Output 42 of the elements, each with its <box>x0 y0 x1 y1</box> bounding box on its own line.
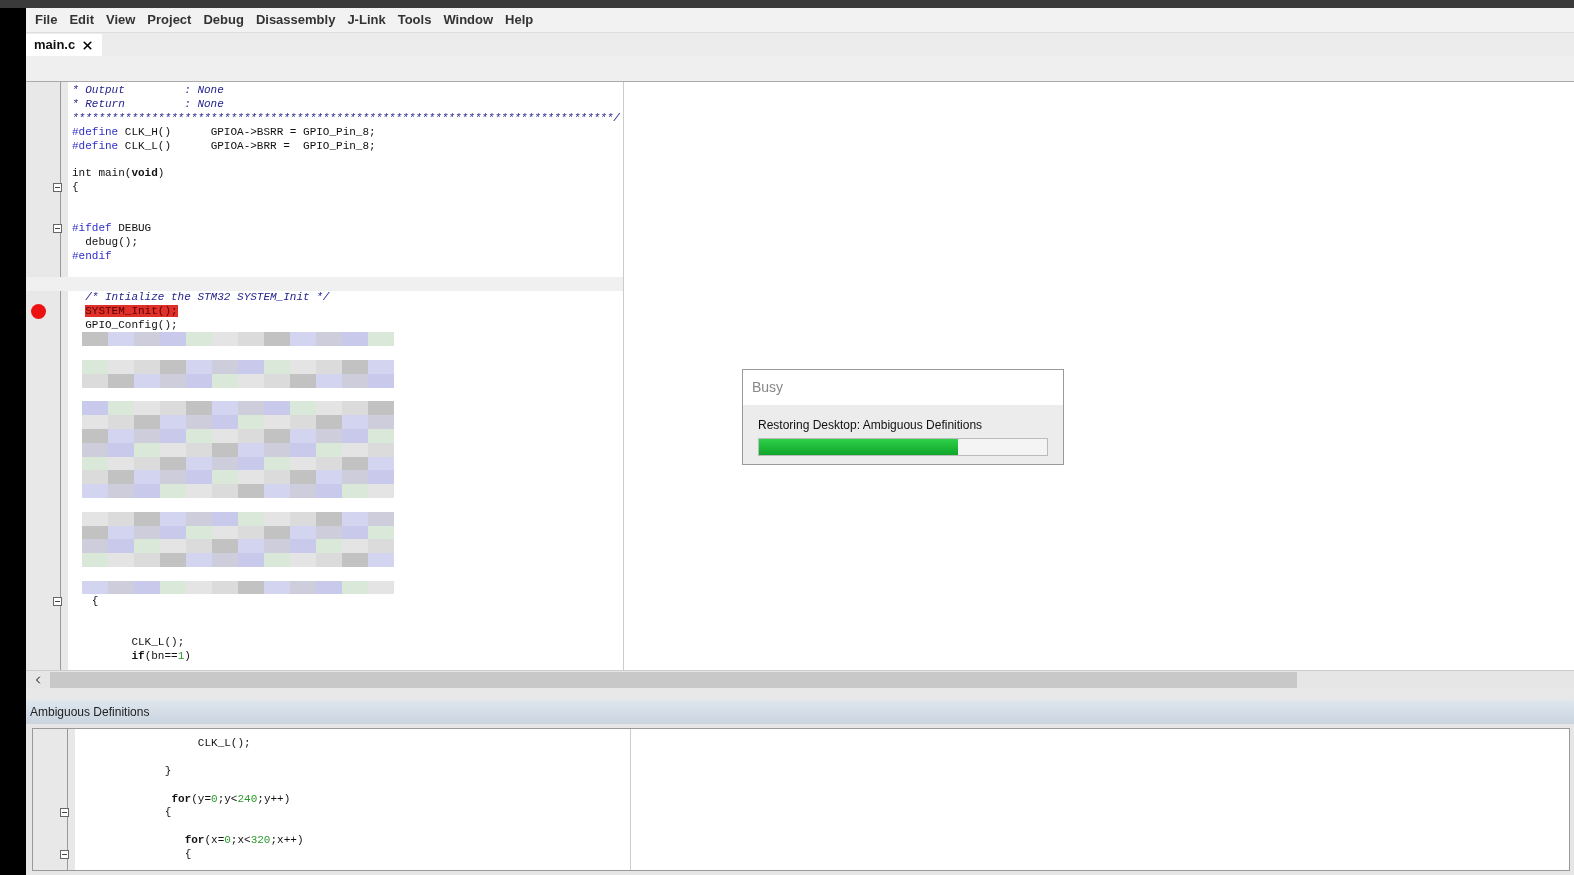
fold-icon[interactable] <box>53 182 62 192</box>
code-line: GPIO_Config(); <box>84 318 178 332</box>
code-line: { <box>183 847 192 861</box>
code-line: /* Intialize the STM32 SYSTEM_Init */ <box>84 291 330 305</box>
menu-item[interactable]: Window <box>438 10 499 30</box>
breakpoint-icon[interactable] <box>31 304 46 320</box>
menu-item[interactable]: File <box>30 10 63 30</box>
menu-item[interactable]: Project <box>142 10 197 30</box>
code-line: int main(void) <box>71 167 165 181</box>
code-line: for(x=0;x<320;x++) <box>183 833 304 847</box>
panel-title: Ambiguous Definitions <box>30 704 150 721</box>
code-line: #endif <box>71 249 112 263</box>
code-line: CLK_L(); <box>130 636 185 650</box>
dialog-message: Restoring Desktop: Ambiguous Definitions <box>758 417 984 434</box>
menu-item[interactable]: Debug <box>198 10 249 30</box>
code-line: #ifdef DEBUG <box>71 222 152 236</box>
code-line: #define CLK_L() GPIOA->BRR = GPIO_Pin_8; <box>71 139 376 153</box>
code-line: for(y=0;y<240;y++) <box>170 792 291 806</box>
code-line: debug(); <box>84 236 138 250</box>
fold-icon[interactable] <box>60 808 69 818</box>
menu-item[interactable]: Tools <box>392 10 437 30</box>
code-line: * Return : None <box>71 98 224 112</box>
fold-icon[interactable] <box>53 596 62 606</box>
menu-item[interactable]: J-Link <box>342 10 391 30</box>
code-line: { <box>71 180 79 194</box>
menu-item[interactable]: Help <box>500 10 539 30</box>
fold-icon[interactable] <box>60 849 69 859</box>
menu-item[interactable]: Edit <box>64 10 99 30</box>
code-line: { <box>90 594 99 608</box>
code-line: } <box>163 765 172 778</box>
scrollbar-thumb[interactable] <box>50 671 1297 688</box>
code-line: #define CLK_H() GPIOA->BSRR = GPIO_Pin_8; <box>71 125 376 139</box>
menu-item[interactable]: View <box>100 10 141 30</box>
code-line: { <box>163 806 172 820</box>
code-line: if(bn==1) <box>130 650 191 664</box>
code-line: **********************************************************************************/ <box>71 112 620 125</box>
menu-item[interactable]: Disassembly <box>250 10 341 30</box>
code-line: CLK_L(); <box>196 737 251 751</box>
fold-icon[interactable] <box>53 224 62 234</box>
code-line: * Output : None <box>71 84 224 98</box>
dialog-title: Busy <box>752 378 784 397</box>
file-tab[interactable]: main.c <box>26 34 103 56</box>
